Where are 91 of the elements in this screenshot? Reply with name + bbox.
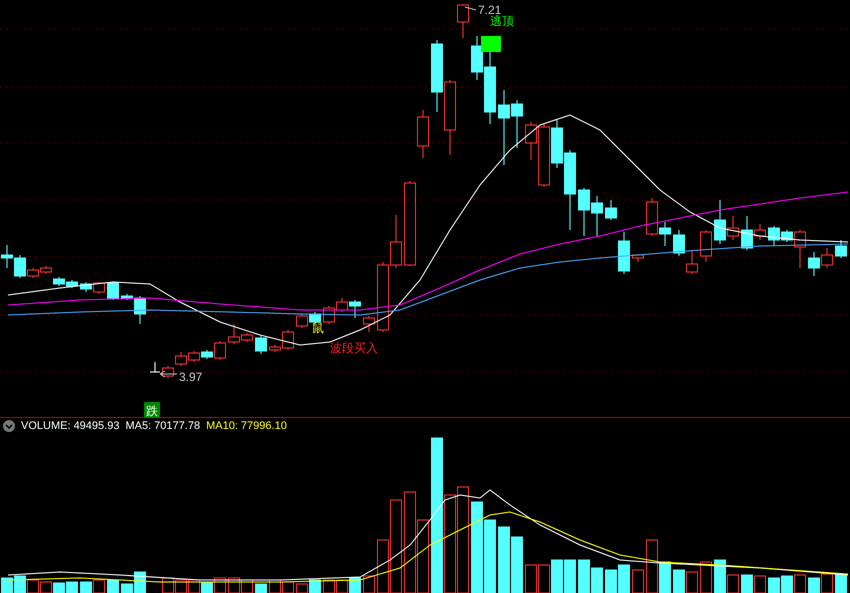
volume-bar bbox=[80, 582, 92, 593]
candlestick bbox=[673, 230, 685, 256]
leader-line bbox=[464, 6, 476, 10]
volume-bar bbox=[27, 580, 39, 593]
candlestick bbox=[605, 200, 617, 220]
volume-bar bbox=[1, 578, 13, 593]
volume-bar bbox=[605, 570, 617, 593]
candlestick bbox=[700, 230, 712, 262]
signal-label: 逃顶 bbox=[490, 14, 514, 28]
candlestick bbox=[686, 250, 698, 274]
candlestick bbox=[578, 188, 590, 236]
candlestick bbox=[390, 214, 402, 268]
candlestick bbox=[255, 336, 267, 354]
volume-reading: VOLUME: 49495.93 bbox=[21, 420, 120, 432]
signal-label: 波段买入 bbox=[330, 341, 378, 355]
volume-bar bbox=[93, 580, 105, 593]
volume-bar bbox=[578, 560, 590, 593]
volume-bar bbox=[228, 578, 240, 593]
candlestick bbox=[107, 282, 119, 300]
candlestick bbox=[188, 350, 200, 362]
signal-badge: 跌 bbox=[144, 402, 160, 418]
volume-bar bbox=[686, 572, 698, 593]
volume-bar bbox=[282, 582, 294, 593]
volume-bar bbox=[188, 580, 200, 593]
volume-reading: MA5: 70177.78 bbox=[125, 420, 200, 432]
volume-bar bbox=[363, 576, 375, 593]
candlestick bbox=[162, 366, 174, 378]
candlestick bbox=[808, 252, 820, 276]
volume-bar bbox=[538, 564, 550, 593]
volume-bar bbox=[781, 576, 793, 593]
volume-bar bbox=[255, 584, 267, 593]
volume-bar bbox=[66, 582, 78, 593]
tick-mark bbox=[150, 362, 160, 372]
volume-bar bbox=[673, 570, 685, 593]
candlestick bbox=[417, 110, 429, 158]
candlestick bbox=[618, 232, 630, 274]
candlestick bbox=[175, 352, 187, 366]
candlestick bbox=[1, 244, 13, 268]
candlestick bbox=[821, 248, 833, 268]
volume-reading: MA10: 77996.10 bbox=[206, 420, 287, 432]
volume-bar bbox=[511, 536, 523, 593]
candlestick bbox=[296, 314, 308, 328]
candlestick bbox=[835, 240, 847, 258]
candlestick bbox=[93, 282, 105, 294]
volume-bar bbox=[241, 580, 253, 593]
candlestick bbox=[363, 316, 375, 332]
volume-bar bbox=[214, 578, 226, 593]
volume-bar bbox=[323, 580, 335, 593]
candlestick bbox=[457, 4, 469, 38]
volume-bar bbox=[40, 582, 52, 593]
volume-bar bbox=[768, 578, 780, 593]
volume-bar bbox=[741, 574, 753, 593]
volume-bar bbox=[498, 526, 510, 593]
signal-label: 鼠 bbox=[312, 321, 324, 335]
volume-bar bbox=[53, 582, 65, 593]
collapse-icon[interactable] bbox=[3, 420, 15, 432]
volume-bar bbox=[296, 584, 308, 593]
volume-bar bbox=[201, 582, 213, 593]
volume-bar bbox=[175, 580, 187, 593]
volume-bar bbox=[632, 570, 644, 593]
arrow-icon bbox=[160, 370, 178, 378]
candlestick bbox=[591, 196, 603, 236]
volume-bar bbox=[162, 578, 174, 593]
volume-bar bbox=[107, 580, 119, 593]
candlestick bbox=[336, 298, 348, 312]
volume-bar bbox=[349, 578, 361, 593]
volume-bar bbox=[794, 574, 806, 593]
low-price-label: 3.97 bbox=[179, 370, 202, 384]
volume-bar bbox=[754, 576, 766, 593]
volume-bar bbox=[269, 580, 281, 593]
candlestick bbox=[40, 266, 52, 274]
volume-bar bbox=[835, 574, 847, 593]
volume-bar bbox=[821, 574, 833, 593]
candlestick bbox=[632, 254, 644, 262]
candlestick bbox=[66, 280, 78, 288]
candlestick bbox=[53, 276, 65, 286]
volume-bar bbox=[700, 562, 712, 593]
volume-bar bbox=[564, 560, 576, 593]
candlestick bbox=[80, 282, 92, 292]
candlestick bbox=[323, 306, 335, 324]
volume-bar bbox=[525, 564, 537, 593]
volume-bar bbox=[808, 578, 820, 593]
signal-block bbox=[481, 36, 501, 52]
candlestick bbox=[349, 300, 361, 318]
volume-bar bbox=[591, 568, 603, 593]
volume-bar bbox=[551, 560, 563, 593]
volume-bar bbox=[618, 564, 630, 593]
volume-bar bbox=[14, 576, 26, 593]
volume-bar bbox=[309, 580, 321, 593]
candlestick bbox=[377, 262, 389, 332]
volume-bar bbox=[336, 580, 348, 593]
